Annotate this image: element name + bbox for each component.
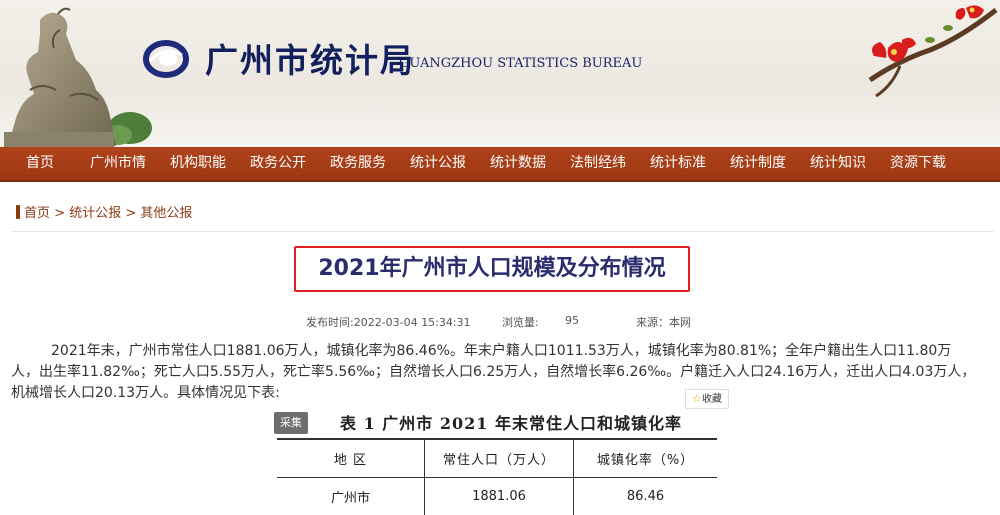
nav-item-gov-affairs[interactable]: 政务公开 xyxy=(246,147,310,180)
bureau-logo-icon xyxy=(142,39,190,79)
collect-button[interactable]: 采集 xyxy=(274,412,308,434)
views-count: 95 xyxy=(565,314,579,327)
nav-item-standards[interactable]: 统计标准 xyxy=(646,147,710,180)
table-cell-urbanization: 86.46 xyxy=(574,478,718,515)
five-rams-statue-image xyxy=(0,0,160,147)
breadcrumb-other-bulletins[interactable]: 其他公报 xyxy=(140,206,192,221)
header-banner: 广州市统计局 GUANGZHOU STATISTICS BUREAU xyxy=(0,0,1000,147)
nav-item-bulletins[interactable]: 统计公报 xyxy=(406,147,470,180)
table-header-row: 地 区 常住人口（万人） 城镇化率（%） xyxy=(277,439,717,478)
site-subtitle: GUANGZHOU STATISTICS BUREAU xyxy=(399,56,642,71)
breadcrumb-divider xyxy=(12,231,994,232)
table-row: 广州市 1881.06 86.46 xyxy=(277,478,717,515)
table-header-urbanization: 城镇化率（%） xyxy=(574,439,718,478)
table-cell-population: 1881.06 xyxy=(425,478,574,515)
nav-item-home[interactable]: 首页 xyxy=(8,147,72,180)
article-source: 来源：本网 xyxy=(636,314,691,330)
breadcrumb-home[interactable]: 首页 xyxy=(24,206,50,221)
star-icon: ☆ xyxy=(692,392,702,405)
nav-item-knowledge[interactable]: 统计知识 xyxy=(806,147,870,180)
breadcrumb-marker-icon xyxy=(16,205,20,219)
publish-time: 发布时间:2022-03-04 15:34:31 xyxy=(306,314,471,330)
table-cell-region: 广州市 xyxy=(277,478,425,515)
nav-item-statistics-data[interactable]: 统计数据 xyxy=(486,147,550,180)
nav-item-gov-services[interactable]: 政务服务 xyxy=(326,147,390,180)
breadcrumb-bulletins[interactable]: 统计公报 xyxy=(69,206,121,221)
article-body: 2021年末，广州市常住人口1881.06万人，城镇化率为86.46%。年末户籍… xyxy=(11,341,976,404)
table-header-region: 地 区 xyxy=(277,439,425,478)
breadcrumb-separator: > xyxy=(50,206,69,221)
main-nav: 首页 广州市情 机构职能 政务公开 政务服务 统计公报 统计数据 法制经纬 统计… xyxy=(0,147,1000,182)
nav-item-legal[interactable]: 法制经纬 xyxy=(566,147,630,180)
table-caption: 表 1 广州市 2021 年末常住人口和城镇化率 xyxy=(340,410,682,434)
favorite-button[interactable]: ☆收藏 xyxy=(685,389,729,409)
population-table: 地 区 常住人口（万人） 城镇化率（%） 广州市 1881.06 86.46 xyxy=(277,438,717,515)
nav-item-functions[interactable]: 机构职能 xyxy=(166,147,230,180)
favorite-label: 收藏 xyxy=(702,394,722,405)
article-body-text: 2021年末，广州市常住人口1881.06万人，城镇化率为86.46%。年末户籍… xyxy=(11,343,975,401)
breadcrumb: 首页 > 统计公报 > 其他公报 xyxy=(16,202,192,221)
nav-item-city-info[interactable]: 广州市情 xyxy=(86,147,150,180)
site-title: 广州市统计局 xyxy=(205,34,415,82)
table-header-population: 常住人口（万人） xyxy=(425,439,574,478)
views-label: 浏览量: xyxy=(502,314,539,330)
nav-item-downloads[interactable]: 资源下载 xyxy=(886,147,950,180)
breadcrumb-separator: > xyxy=(121,206,140,221)
nav-item-systems[interactable]: 统计制度 xyxy=(726,147,790,180)
kapok-flower-image xyxy=(860,0,1000,147)
article-title: 2021年广州市人口规模及分布情况 xyxy=(294,246,690,292)
